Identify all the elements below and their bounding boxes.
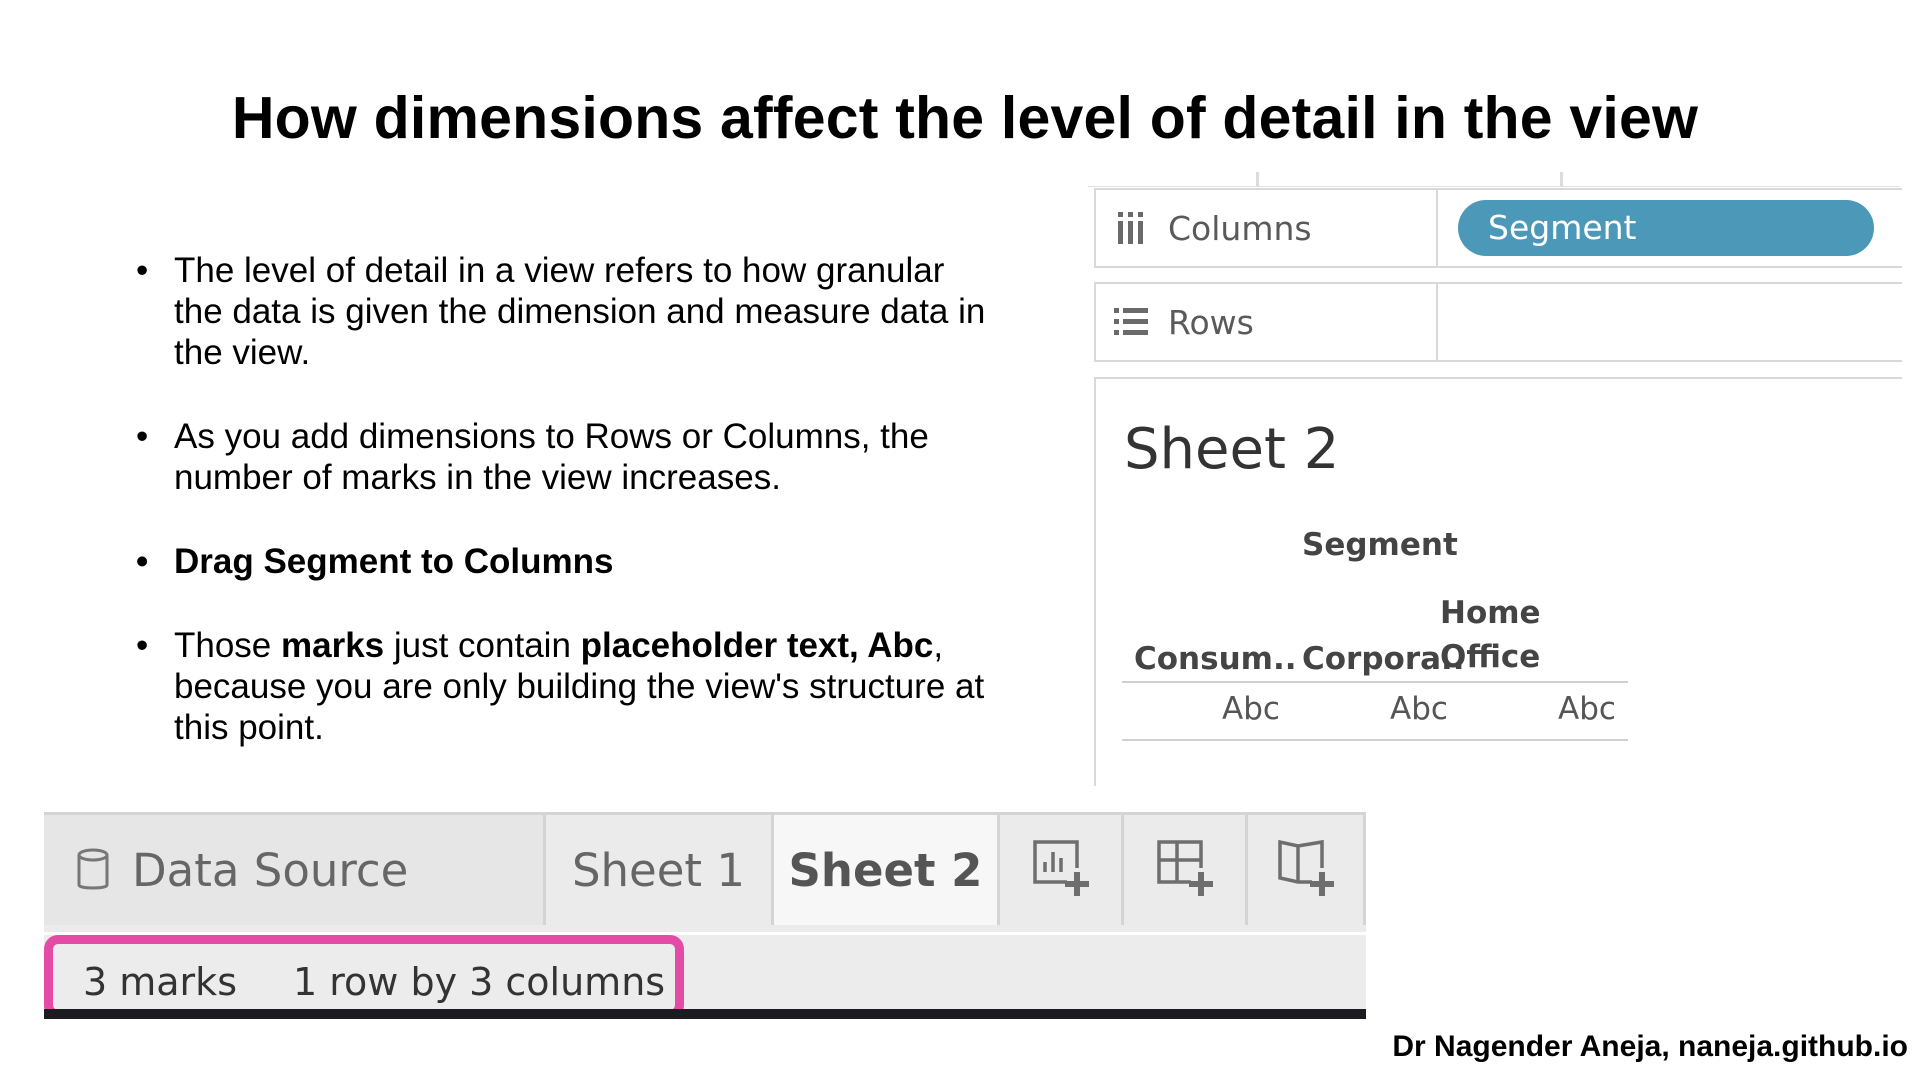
- rows-shelf[interactable]: Rows: [1094, 282, 1902, 362]
- marks-count: 3 marks: [83, 960, 237, 1004]
- new-worksheet-icon: [1031, 838, 1091, 902]
- bullet-text-part: just contain: [384, 626, 581, 665]
- bullet-add-dimensions: As you add dimensions to Rows or Columns…: [136, 416, 996, 498]
- columns-label: Columns: [1168, 208, 1312, 248]
- sheet-view: Sheet 2 Segment Home Consum.. Corpora.. …: [1094, 377, 1902, 786]
- tableau-shelves-panel: Columns Segment Rows Sheet 2 Segment Hom…: [1088, 172, 1902, 786]
- rows-icon: [1114, 307, 1148, 337]
- database-icon: [76, 848, 110, 892]
- rows-columns-count: 1 row by 3 columns: [293, 960, 666, 1004]
- tab-data-source[interactable]: Data Source: [44, 815, 546, 925]
- shelf-top-ruler: [1088, 172, 1900, 187]
- tab-sheet-2[interactable]: Sheet 2: [774, 815, 1000, 925]
- bullet-text-part: Those: [174, 626, 281, 665]
- new-dashboard-icon: [1155, 838, 1215, 902]
- rows-shelf-label: Rows: [1096, 284, 1438, 360]
- header-divider: [1122, 681, 1628, 683]
- columns-shelf[interactable]: Columns Segment: [1094, 188, 1902, 268]
- ruler-tick: [1256, 172, 1259, 186]
- bullet-bold-placeholder: placeholder text, Abc: [580, 626, 934, 665]
- columns-icon: [1114, 212, 1148, 244]
- column-header-office: Office: [1440, 639, 1541, 675]
- status-bottom-edge: [44, 1009, 1366, 1019]
- new-story-icon: [1276, 838, 1336, 902]
- status-highlight-box: 3 marks 1 row by 3 columns: [44, 935, 684, 1019]
- tab-sheet-1[interactable]: Sheet 1: [546, 815, 774, 925]
- new-dashboard-button[interactable]: [1124, 815, 1248, 925]
- mark-cell: Abc: [1558, 691, 1616, 727]
- sheet-title: Sheet 2: [1124, 417, 1340, 482]
- bullet-bold-marks: marks: [281, 626, 385, 665]
- columns-shelf-label: Columns: [1096, 190, 1438, 266]
- rows-label: Rows: [1168, 302, 1254, 342]
- column-header-home: Home: [1440, 595, 1541, 631]
- tab-label: Data Source: [132, 843, 409, 897]
- ruler-tick: [1560, 172, 1563, 186]
- new-worksheet-button[interactable]: [1000, 815, 1124, 925]
- slide-title: How dimensions affect the level of detai…: [231, 85, 1699, 151]
- author-credit: Dr Nagender Aneja, naneja.github.io: [1392, 1030, 1908, 1063]
- sheet-tab-bar: Data Source Sheet 1 Sheet 2: [44, 812, 1366, 932]
- row-divider: [1122, 739, 1628, 741]
- bullet-placeholder-text: Those marks just contain placeholder tex…: [136, 625, 996, 748]
- mark-cell: Abc: [1222, 691, 1280, 727]
- mark-cell: Abc: [1390, 691, 1448, 727]
- status-bar: 3 marks 1 row by 3 columns: [44, 935, 1366, 1019]
- bullet-drag-segment: Drag Segment to Columns: [136, 541, 996, 582]
- segment-header: Segment: [1302, 527, 1458, 563]
- bullet-list: The level of detail in a view refers to …: [136, 250, 996, 791]
- bullet-level-of-detail: The level of detail in a view refers to …: [136, 250, 996, 373]
- column-header-consumer: Consum..: [1134, 641, 1297, 677]
- new-story-button[interactable]: [1248, 815, 1366, 925]
- segment-pill[interactable]: Segment: [1458, 200, 1874, 256]
